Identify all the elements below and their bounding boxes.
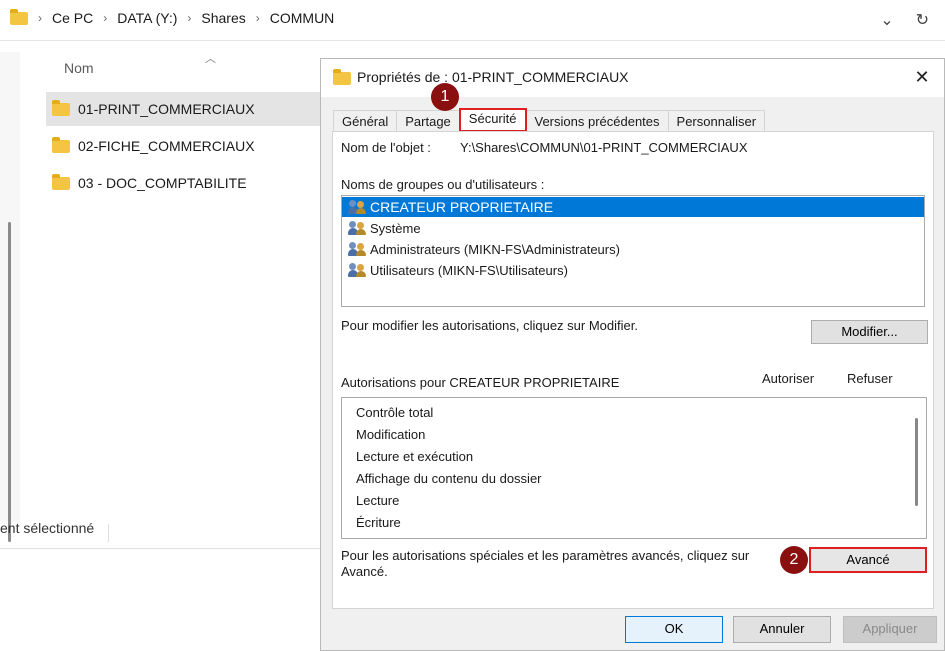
dialog-title: Propriétés de : 01-PRINT_COMMERCIAUX	[357, 69, 629, 85]
status-text: ent sélectionné	[0, 520, 95, 536]
navigation-pane	[0, 52, 20, 542]
sort-ascending-icon: ︿	[205, 53, 216, 65]
users-icon	[348, 241, 368, 257]
group-item-label: Système	[370, 220, 421, 236]
folder-icon	[10, 8, 28, 25]
deny-column-header: Refuser	[847, 371, 893, 386]
modify-hint: Pour modifier les autorisations, cliquez…	[341, 318, 638, 333]
file-list: 01-PRINT_COMMERCIAUX 02-FICHE_COMMERCIAU…	[46, 92, 336, 203]
allow-column-header: Autoriser	[762, 371, 815, 386]
advanced-hint: Pour les autorisations spéciales et les …	[341, 548, 750, 579]
breadcrumb: › Ce PC › DATA (Y:) › Shares › COMMUN	[10, 8, 335, 26]
breadcrumb-item-shares[interactable]: Shares	[201, 10, 245, 26]
group-item-systeme[interactable]: Système	[342, 218, 924, 238]
permission-item: Écriture	[356, 515, 401, 530]
chevron-right-icon: ›	[38, 11, 42, 25]
file-name: 03 - DOC_COMPTABILITE	[78, 175, 247, 191]
object-name-label: Nom de l'objet :	[341, 140, 431, 155]
permission-item: Contrôle total	[356, 405, 434, 420]
permission-item: Modification	[356, 427, 426, 442]
tab-sharing[interactable]: Partage	[396, 110, 460, 133]
group-item-label: Utilisateurs (MIKN-FS\Utilisateurs)	[370, 262, 568, 278]
permission-item: Affichage du contenu du dossier	[356, 471, 542, 486]
permissions-label: Autorisations pour CREATEUR PROPRIETAIRE	[341, 375, 620, 390]
permissions-scrollbar[interactable]	[915, 418, 918, 506]
tab-previous-versions[interactable]: Versions précédentes	[525, 110, 669, 133]
ok-button[interactable]: OK	[625, 616, 723, 643]
advanced-button[interactable]: Avancé	[809, 547, 927, 573]
cancel-button[interactable]: Annuler	[733, 616, 831, 643]
chevron-right-icon: ›	[103, 11, 108, 25]
navigation-scrollbar[interactable]	[8, 222, 11, 542]
file-row-doc-comptabilite[interactable]: 03 - DOC_COMPTABILITE	[46, 166, 336, 200]
group-item-label: Administrateurs (MIKN-FS\Administrateurs…	[370, 241, 620, 257]
permission-item: Lecture	[356, 493, 400, 508]
users-icon	[348, 262, 368, 278]
file-row-fiche-commerciaux[interactable]: 02-FICHE_COMMERCIAUX	[46, 129, 336, 163]
file-row-print-commerciaux[interactable]: 01-PRINT_COMMERCIAUX	[46, 92, 336, 126]
chevron-right-icon: ›	[187, 11, 192, 25]
modify-button[interactable]: Modifier...	[811, 320, 928, 344]
group-item-label: CREATEUR PROPRIETAIRE	[370, 199, 554, 215]
file-name: 02-FICHE_COMMERCIAUX	[78, 138, 255, 154]
users-icon	[348, 199, 368, 215]
explorer-address-bar: › Ce PC › DATA (Y:) › Shares › COMMUN ⌄ …	[0, 0, 945, 41]
tab-security[interactable]: Sécurité	[458, 108, 527, 132]
properties-dialog: Propriétés de : 01-PRINT_COMMERCIAUX ✕ G…	[320, 58, 945, 651]
tab-customize[interactable]: Personnaliser	[667, 110, 766, 133]
permission-item: Lecture et exécution	[356, 449, 474, 464]
folder-icon	[52, 136, 70, 153]
breadcrumb-item-drive[interactable]: DATA (Y:)	[117, 10, 177, 26]
folder-icon	[52, 99, 70, 116]
step-marker-2: 2	[780, 546, 808, 574]
folder-icon	[52, 173, 70, 190]
group-item-administrateurs[interactable]: Administrateurs (MIKN-FS\Administrateurs…	[342, 239, 924, 259]
permissions-list: Contrôle total Modification Lecture et e…	[341, 397, 927, 539]
close-icon[interactable]: ✕	[910, 65, 934, 89]
object-name-value: Y:\Shares\COMMUN\01-PRINT_COMMERCIAUX	[460, 140, 748, 155]
groups-label: Noms de groupes ou d'utilisateurs :	[341, 177, 545, 192]
group-item-utilisateurs[interactable]: Utilisateurs (MIKN-FS\Utilisateurs)	[342, 260, 924, 280]
group-item-createur[interactable]: CREATEUR PROPRIETAIRE	[342, 197, 924, 217]
folder-icon	[333, 69, 351, 85]
column-header-name[interactable]: Nom	[64, 60, 94, 76]
apply-button: Appliquer	[843, 616, 937, 643]
dialog-title-bar: Propriétés de : 01-PRINT_COMMERCIAUX ✕	[321, 59, 944, 97]
status-divider	[0, 548, 320, 549]
history-dropdown-icon[interactable]: ⌄	[880, 10, 893, 30]
tab-general[interactable]: Général	[333, 110, 398, 133]
step-marker-1: 1	[431, 83, 459, 111]
breadcrumb-item-commun[interactable]: COMMUN	[270, 10, 335, 26]
groups-list: CREATEUR PROPRIETAIRE Système Administra…	[341, 195, 925, 307]
status-divider	[108, 524, 109, 542]
users-icon	[348, 220, 368, 236]
file-name: 01-PRINT_COMMERCIAUX	[78, 101, 255, 117]
refresh-icon[interactable]: ↻	[916, 10, 929, 30]
breadcrumb-item-this-pc[interactable]: Ce PC	[52, 10, 93, 26]
chevron-right-icon: ›	[255, 11, 260, 25]
